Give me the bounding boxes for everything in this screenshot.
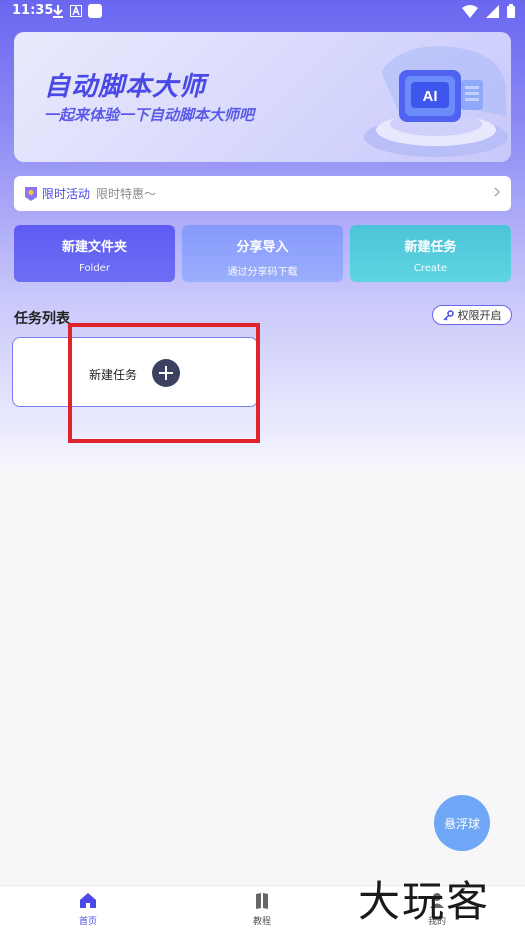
- new-folder-button[interactable]: 新建文件夹 Folder: [14, 225, 175, 282]
- signal-icon: [486, 4, 499, 18]
- share-import-subtitle: 通过分享码下载: [227, 267, 298, 278]
- banner-title: 自动脚本大师: [44, 72, 207, 102]
- ai-cube-illustration: AI: [364, 46, 508, 157]
- new-folder-title: 新建文件夹: [61, 240, 127, 255]
- promo-label: 限时活动: [42, 187, 91, 201]
- nav-home[interactable]: 首页: [58, 892, 118, 927]
- promo-bar[interactable]: 限时活动 限时特惠〜: [14, 176, 511, 211]
- chevron-right-icon: [494, 187, 501, 197]
- permission-button[interactable]: 权限开启: [432, 305, 512, 325]
- key-icon: [442, 309, 454, 321]
- new-task-action-title: 新建任务: [404, 240, 457, 255]
- book-icon: [256, 893, 268, 909]
- battery-icon: [507, 4, 515, 18]
- square-icon: [88, 4, 102, 18]
- permission-label: 权限开启: [457, 309, 502, 322]
- banner-subtitle: 一起来体验一下自动脚本大师吧: [44, 106, 255, 124]
- status-time: 11:35: [12, 3, 54, 18]
- floating-ball-button[interactable]: 悬浮球: [434, 795, 490, 851]
- status-bar: 11:35: [0, 0, 525, 24]
- download-icon: [53, 5, 63, 18]
- banner[interactable]: 自动脚本大师 一起来体验一下自动脚本大师吧 AI: [14, 32, 511, 162]
- ai-label: AI: [423, 88, 438, 105]
- status-icons-right: [462, 4, 515, 18]
- share-import-title: 分享导入: [236, 240, 289, 255]
- a-icon: [70, 5, 82, 17]
- share-import-button[interactable]: 分享导入 通过分享码下载: [182, 225, 343, 282]
- new-task-action-subtitle: Create: [413, 263, 448, 274]
- status-icons-left: [52, 4, 102, 18]
- nav-tutorial-label: 教程: [252, 917, 271, 927]
- nav-home-label: 首页: [78, 917, 97, 927]
- home-icon: [80, 893, 96, 908]
- task-list-title: 任务列表: [14, 311, 70, 327]
- watermark-logo: 大玩客: [358, 877, 491, 926]
- highlight-box: [68, 323, 260, 443]
- nav-tutorial[interactable]: 教程: [232, 892, 292, 927]
- new-folder-subtitle: Folder: [79, 263, 110, 274]
- promo-text: 限时特惠〜: [96, 187, 157, 201]
- wifi-icon: [462, 4, 478, 18]
- gift-badge-icon: [25, 187, 37, 201]
- new-task-action-button[interactable]: 新建任务 Create: [350, 225, 511, 282]
